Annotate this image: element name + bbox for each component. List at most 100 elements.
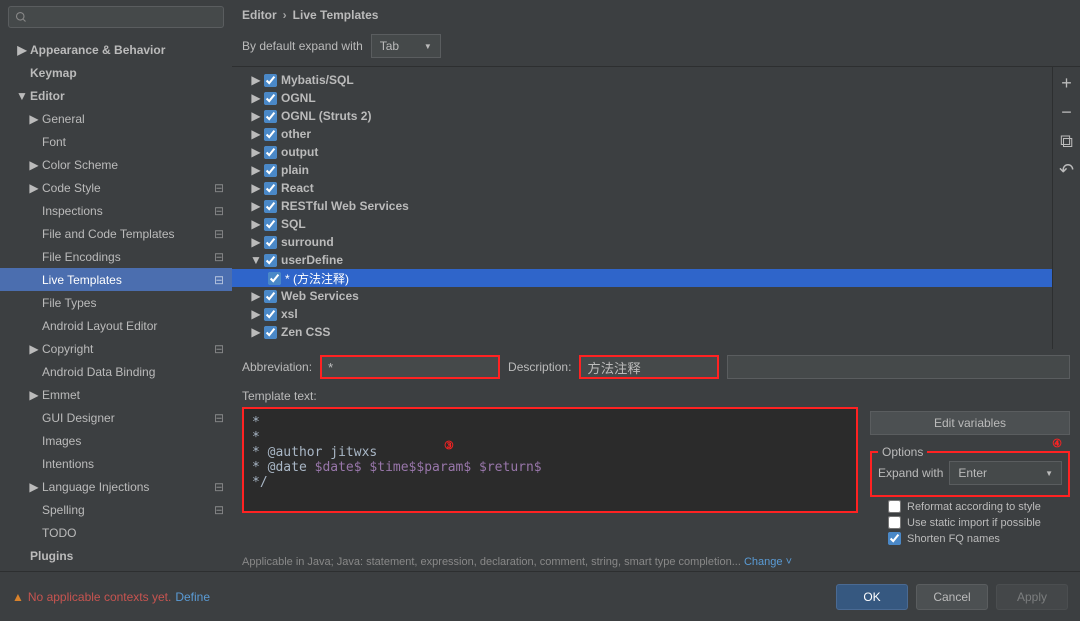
template-group[interactable]: ▶plain [232, 161, 1052, 179]
template-enabled-checkbox[interactable] [264, 128, 277, 141]
template-group[interactable]: ▶Mybatis/SQL [232, 71, 1052, 89]
sidebar-item-general[interactable]: ▶General [0, 107, 232, 130]
chevron-right-icon: ▶ [28, 158, 40, 172]
sidebar-item-plugins[interactable]: Plugins [0, 544, 232, 567]
sidebar-item-todo[interactable]: TODO [0, 521, 232, 544]
template-label: OGNL [281, 91, 316, 105]
template-enabled-checkbox[interactable] [264, 164, 277, 177]
template-variable: $return$ [479, 460, 542, 475]
change-contexts-link[interactable]: Change ˅ [744, 556, 792, 568]
edit-variables-button[interactable]: Edit variables [870, 411, 1070, 435]
sidebar-item-copyright[interactable]: ▶Copyright⊟ [0, 337, 232, 360]
define-contexts-link[interactable]: Define [175, 590, 210, 604]
template-enabled-checkbox[interactable] [264, 74, 277, 87]
description-input[interactable] [579, 355, 719, 379]
sidebar-item-gui-designer[interactable]: GUI Designer⊟ [0, 406, 232, 429]
sidebar-item-intentions[interactable]: Intentions [0, 452, 232, 475]
template-group[interactable]: ▶output [232, 143, 1052, 161]
sidebar-item-android-layout-editor[interactable]: Android Layout Editor [0, 314, 232, 337]
abbreviation-input[interactable] [320, 355, 500, 379]
template-enabled-checkbox[interactable] [264, 290, 277, 303]
template-label: Zen CSS [281, 325, 330, 339]
template-enabled-checkbox[interactable] [264, 254, 277, 267]
template-enabled-checkbox[interactable] [264, 110, 277, 123]
default-expand-dropdown[interactable]: Tab▼ [371, 34, 441, 58]
settings-tree[interactable]: ▶Appearance & BehaviorKeymap▼Editor▶Gene… [0, 34, 232, 571]
template-item[interactable]: * (方法注释) [232, 269, 1052, 287]
sidebar-item-label: Editor [30, 89, 232, 103]
template-enabled-checkbox[interactable] [264, 218, 277, 231]
sidebar-item-file-types[interactable]: File Types [0, 291, 232, 314]
ok-button[interactable]: OK [836, 584, 908, 610]
reformat-checkbox[interactable] [888, 500, 901, 513]
expand-with-dropdown[interactable]: Enter▼ [949, 461, 1062, 485]
sidebar-item-file-and-code-templates[interactable]: File and Code Templates⊟ [0, 222, 232, 245]
settings-sidebar: ▶Appearance & BehaviorKeymap▼Editor▶Gene… [0, 0, 232, 571]
apply-button[interactable]: Apply [996, 584, 1068, 610]
sidebar-item-label: Android Data Binding [42, 365, 232, 379]
sidebar-item-label: Spelling [42, 503, 214, 517]
main-panel: Editor›Live Templates By default expand … [232, 0, 1080, 571]
cancel-button[interactable]: Cancel [916, 584, 988, 610]
add-template-button[interactable]: + [1061, 73, 1072, 94]
template-group[interactable]: ▶SQL [232, 215, 1052, 233]
template-group[interactable]: ▶OGNL (Struts 2) [232, 107, 1052, 125]
description-overflow-input[interactable] [727, 355, 1070, 379]
sidebar-item-android-data-binding[interactable]: Android Data Binding [0, 360, 232, 383]
template-group[interactable]: ▶RESTful Web Services [232, 197, 1052, 215]
sidebar-item-font[interactable]: Font [0, 130, 232, 153]
chevron-down-icon: ▼ [16, 89, 28, 103]
revert-template-button[interactable]: ↶ [1059, 160, 1074, 181]
template-enabled-checkbox[interactable] [264, 308, 277, 321]
template-label: other [281, 127, 311, 141]
sidebar-item-emmet[interactable]: ▶Emmet [0, 383, 232, 406]
project-config-icon: ⊟ [214, 204, 224, 218]
sidebar-item-spelling[interactable]: Spelling⊟ [0, 498, 232, 521]
remove-template-button[interactable]: − [1061, 102, 1072, 123]
search-icon [15, 11, 27, 23]
template-groups-tree[interactable]: ▶Mybatis/SQL▶OGNL▶OGNL (Struts 2)▶other▶… [232, 67, 1052, 349]
sidebar-item-file-encodings[interactable]: File Encodings⊟ [0, 245, 232, 268]
settings-search-input[interactable] [8, 6, 224, 28]
chevron-right-icon: ▶ [28, 342, 40, 356]
sidebar-item-live-templates[interactable]: Live Templates⊟ [0, 268, 232, 291]
code-text: * @date [252, 460, 315, 475]
template-label: * (方法注释) [285, 270, 349, 287]
template-group[interactable]: ▶React [232, 179, 1052, 197]
sidebar-item-label: GUI Designer [42, 411, 214, 425]
project-config-icon: ⊟ [214, 342, 224, 356]
sidebar-item-code-style[interactable]: ▶Code Style⊟ [0, 176, 232, 199]
template-group[interactable]: ▶surround [232, 233, 1052, 251]
template-enabled-checkbox[interactable] [264, 236, 277, 249]
template-enabled-checkbox[interactable] [264, 92, 277, 105]
template-group[interactable]: ▶Zen CSS [232, 323, 1052, 341]
sidebar-item-color-scheme[interactable]: ▶Color Scheme [0, 153, 232, 176]
sidebar-item-keymap[interactable]: Keymap [0, 61, 232, 84]
template-group[interactable]: ▶xsl [232, 305, 1052, 323]
template-group[interactable]: ▶other [232, 125, 1052, 143]
template-group[interactable]: ▶Web Services [232, 287, 1052, 305]
sidebar-item-language-injections[interactable]: ▶Language Injections⊟ [0, 475, 232, 498]
sidebar-item-images[interactable]: Images [0, 429, 232, 452]
sidebar-item-label: TODO [42, 526, 232, 540]
copy-template-button[interactable]: ⧉ [1060, 131, 1073, 152]
chevron-right-icon: ▶ [16, 43, 28, 57]
sidebar-item-inspections[interactable]: Inspections⊟ [0, 199, 232, 222]
template-enabled-checkbox[interactable] [264, 200, 277, 213]
code-text: * [252, 415, 260, 430]
template-group[interactable]: ▶ OGNL [232, 89, 1052, 107]
template-enabled-checkbox[interactable] [264, 146, 277, 159]
sidebar-item-editor[interactable]: ▼Editor [0, 84, 232, 107]
template-enabled-checkbox[interactable] [268, 272, 281, 285]
shorten-fq-checkbox[interactable] [888, 532, 901, 545]
chevron-right-icon: ▶ [250, 91, 262, 105]
template-group[interactable]: ▼userDefine [232, 251, 1052, 269]
chevron-down-icon: ▼ [250, 253, 262, 267]
sidebar-item-appearance-behavior[interactable]: ▶Appearance & Behavior [0, 38, 232, 61]
template-enabled-checkbox[interactable] [264, 326, 277, 339]
template-enabled-checkbox[interactable] [264, 182, 277, 195]
static-import-checkbox[interactable] [888, 516, 901, 529]
template-text-editor[interactable]: ③ * * * @author jitwxs * @date $date$ $t… [242, 407, 858, 513]
template-label: RESTful Web Services [281, 199, 409, 213]
template-text-label: Template text: [242, 389, 858, 403]
